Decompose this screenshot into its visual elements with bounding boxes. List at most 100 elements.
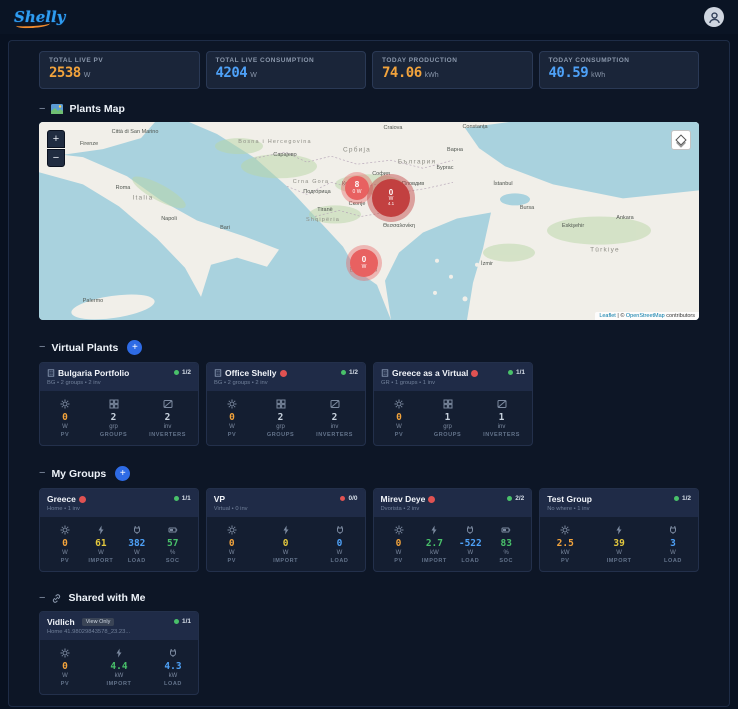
plug-icon bbox=[336, 525, 343, 534]
stat-groups: 2 grp GROUPS bbox=[100, 399, 127, 438]
group-card-greece[interactable]: Greece Home • 1 inv 1/1 0 W PV 61 W IMPO… bbox=[39, 488, 199, 572]
bolt-icon bbox=[283, 525, 289, 534]
collapse-button[interactable]: − bbox=[39, 468, 45, 479]
stat-pv: 0 W PV bbox=[52, 399, 78, 438]
online-badge: 1/2 bbox=[173, 369, 191, 376]
section-title: Plants Map bbox=[69, 103, 125, 115]
sun-icon bbox=[227, 525, 237, 534]
plant-cluster-marker[interactable]: 0 W 4.1 bbox=[372, 179, 410, 217]
group-card-test-group[interactable]: Test Group No where • 1 inv 1/2 2.5 kW P… bbox=[539, 488, 699, 572]
online-badge: 1/2 bbox=[340, 369, 358, 376]
bolt-icon bbox=[616, 525, 622, 534]
attribution-separator: | © bbox=[615, 313, 626, 319]
bolt-icon bbox=[431, 525, 437, 534]
stat-value: 40.59 kWh bbox=[548, 65, 606, 81]
stat-load: -522 W LOAD bbox=[457, 525, 483, 564]
plant-cluster-marker[interactable]: 0W bbox=[350, 249, 378, 277]
card-stats: 0 W PV 0 W IMPORT 0 W LOAD bbox=[207, 517, 365, 572]
alert-icon bbox=[279, 369, 287, 377]
sun-icon bbox=[560, 525, 570, 534]
card-header: Bulgaria Portfolio BG • 2 groups • 2 inv… bbox=[40, 363, 198, 391]
link-icon bbox=[53, 593, 61, 603]
inverter-icon bbox=[163, 399, 173, 408]
card-title: Test Group bbox=[547, 494, 592, 504]
status-dot-icon bbox=[173, 619, 179, 624]
status-dot-icon bbox=[507, 370, 513, 375]
map-layers-button[interactable] bbox=[671, 130, 691, 150]
group-card-mirev-deye[interactable]: Mirev Deye Dvorista • 2 inv 2/2 0 W PV 2… bbox=[372, 488, 533, 572]
card-stats: 0 W PV 2 grp GROUPS 2 inv INVERTERS bbox=[207, 391, 365, 446]
card-title: Vidlich View Only bbox=[47, 617, 130, 627]
card-title: Greece as a Virtual bbox=[381, 368, 479, 378]
groups-icon bbox=[109, 399, 119, 408]
group-card-vp[interactable]: VP Virtual • 0 inv 0/0 0 W PV 0 W IMPORT bbox=[205, 488, 366, 572]
plants-map[interactable]: Città di San Marino Firenze Roma Italia Napo… bbox=[39, 122, 699, 320]
card-title: Bulgaria Portfolio bbox=[47, 368, 129, 378]
section-my-groups-header: − My Groups + bbox=[39, 466, 699, 481]
top-navbar: Shelly bbox=[0, 0, 738, 34]
app-logo[interactable]: Shelly bbox=[14, 8, 65, 29]
inverter-icon bbox=[330, 399, 340, 408]
stat-load: 0 W LOAD bbox=[327, 525, 353, 564]
groups-icon bbox=[276, 399, 286, 408]
bolt-icon bbox=[98, 525, 104, 534]
plug-icon bbox=[170, 648, 176, 657]
portfolio-icon bbox=[214, 369, 222, 377]
leaflet-link[interactable]: Leaflet bbox=[599, 313, 616, 319]
sun-icon bbox=[227, 399, 237, 408]
status-dot-icon bbox=[673, 496, 679, 501]
add-group-button[interactable]: + bbox=[115, 466, 131, 481]
section-title: Shared with Me bbox=[68, 592, 146, 604]
online-badge: 1/1 bbox=[507, 369, 525, 376]
stat-value: 74.06 kWh bbox=[382, 65, 439, 81]
card-header: Test Group No where • 1 inv 1/2 bbox=[540, 489, 698, 517]
card-header: Greece as a Virtual GR • 1 groups • 1 in… bbox=[374, 363, 532, 391]
stat-inverters: 1 inv INVERTERS bbox=[483, 399, 520, 438]
virtual-plant-card-bulgaria-portfolio[interactable]: Bulgaria Portfolio BG • 2 groups • 2 inv… bbox=[39, 362, 199, 446]
status-dot-icon bbox=[507, 496, 513, 501]
stat-value: 4204 W bbox=[215, 65, 257, 81]
sun-icon bbox=[60, 648, 70, 657]
stat-pv: 0 W PV bbox=[52, 525, 78, 564]
card-subtitle: No where • 1 inv bbox=[547, 505, 590, 512]
virtual-plant-card-office-shelly[interactable]: Office Shelly BG • 2 groups • 2 inv 1/2 … bbox=[206, 362, 366, 446]
plug-icon bbox=[467, 525, 474, 534]
card-stats: 0 W PV 4.4 kW IMPORT 4.3 kW LOAD bbox=[40, 640, 198, 695]
shared-card-vidlich[interactable]: Vidlich View Only Home 41.98029843578_23.… bbox=[39, 611, 199, 695]
stat-inverters: 2 inv INVERTERS bbox=[316, 399, 353, 438]
card-stats: 0 W PV 2.7 kW IMPORT -522 W LOAD 83 % SO… bbox=[374, 517, 532, 572]
stat-pv: 0 W PV bbox=[52, 648, 78, 687]
virtual-plant-card-greece-as-a-virtual[interactable]: Greece as a Virtual GR • 1 groups • 1 in… bbox=[373, 362, 533, 446]
stat-groups: 2 grp GROUPS bbox=[267, 399, 294, 438]
status-dot-icon bbox=[173, 496, 179, 501]
plant-cluster-marker[interactable]: 80 W bbox=[345, 176, 369, 200]
stat-label: TOTAL LIVE PV bbox=[49, 57, 104, 64]
openstreetmap-link[interactable]: OpenStreetMap bbox=[626, 313, 665, 319]
collapse-button[interactable]: − bbox=[39, 103, 45, 115]
status-dot-icon bbox=[340, 370, 346, 375]
zoom-out-button[interactable]: − bbox=[47, 149, 65, 167]
card-stats: 0 W PV 1 grp GROUPS 1 inv INVERTERS bbox=[374, 391, 532, 446]
battery-icon bbox=[168, 527, 177, 532]
add-virtual-plant-button[interactable]: + bbox=[127, 340, 143, 355]
section-title: Virtual Plants bbox=[51, 341, 119, 354]
portfolio-icon bbox=[47, 369, 55, 377]
card-header: Office Shelly BG • 2 groups • 2 inv 1/2 bbox=[207, 363, 365, 391]
stat-pv: 0 W PV bbox=[386, 525, 412, 564]
card-subtitle: Home 41.98029843578_23.23... bbox=[47, 628, 131, 635]
alert-icon bbox=[428, 495, 436, 503]
zoom-in-button[interactable]: + bbox=[47, 130, 65, 148]
map-canvas bbox=[39, 122, 699, 320]
shared-row: Vidlich View Only Home 41.98029843578_23.… bbox=[39, 611, 699, 695]
stat-today-production: TODAY PRODUCTION 74.06 kWh bbox=[372, 51, 533, 89]
section-shared-with-me-header: − Shared with Me bbox=[39, 592, 699, 604]
user-menu-button[interactable] bbox=[704, 7, 724, 27]
card-title: Greece bbox=[47, 494, 86, 504]
map-attribution: Leaflet | © OpenStreetMap contributors bbox=[595, 312, 699, 320]
card-subtitle: GR • 1 groups • 1 inv bbox=[381, 379, 436, 386]
card-subtitle: BG • 2 groups • 2 inv bbox=[47, 379, 101, 386]
collapse-button[interactable]: − bbox=[39, 592, 45, 604]
attribution-suffix: contributors bbox=[664, 313, 695, 319]
collapse-button[interactable]: − bbox=[39, 342, 45, 353]
online-badge: 1/1 bbox=[173, 618, 191, 625]
